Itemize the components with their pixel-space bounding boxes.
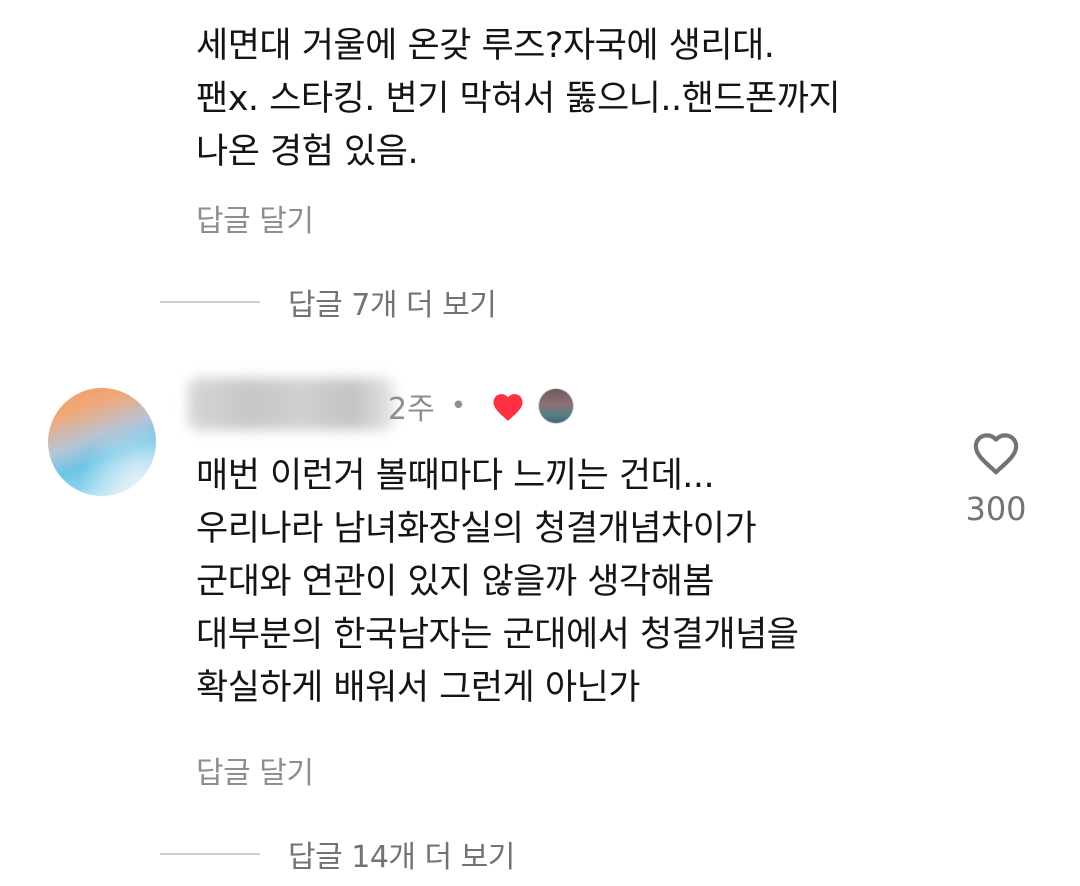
comment-body: 매번 이런거 볼때마다 느끼는 건데... 우리나라 남녀화장실의 청결개념차이… — [196, 450, 799, 715]
comment-line: 대부분의 한국남자는 군대에서 청결개념을 — [196, 615, 799, 655]
timestamp: 2주 — [388, 392, 435, 427]
heart-filled-icon — [493, 394, 523, 421]
username-blurred[interactable] — [188, 378, 394, 430]
divider — [160, 301, 260, 303]
view-replies-label: 답글 7개 더 보기 — [288, 288, 497, 323]
comment-line: 나온 경험 있음. — [196, 132, 419, 172]
separator-dot: • — [450, 391, 467, 421]
reply-button[interactable]: 답글 달기 — [196, 748, 314, 792]
view-more-replies-button[interactable]: 답글 14개 더 보기 — [160, 832, 515, 876]
comment-line: 우리나라 남녀화장실의 청결개념차이가 — [196, 509, 757, 549]
comment-line: 세면대 거울에 온갖 루즈?자국에 생리대. — [196, 26, 775, 66]
reply-button[interactable]: 답글 달기 — [196, 196, 314, 240]
comment-line: 확실하게 배워서 그런게 아닌가 — [196, 668, 640, 708]
like-count: 300 — [965, 490, 1027, 528]
comment-line: 군대와 연관이 있지 않을까 생각해봄 — [196, 562, 715, 602]
avatar[interactable] — [48, 388, 156, 496]
comment-line: 매번 이런거 볼때마다 느끼는 건데... — [196, 456, 715, 496]
view-replies-label: 답글 14개 더 보기 — [288, 840, 515, 875]
divider — [160, 853, 260, 855]
heart-outline-icon[interactable] — [970, 430, 1022, 476]
comment-body: 세면대 거울에 온갖 루즈?자국에 생리대. 팬x. 스타킹. 변기 막혀서 뚫… — [196, 20, 841, 179]
view-more-replies-button[interactable]: 답글 7개 더 보기 — [160, 280, 497, 324]
comment-meta: 2주 • — [388, 384, 575, 428]
comment-line: 팬x. 스타킹. 변기 막혀서 뚫으니..핸드폰까지 — [196, 79, 841, 119]
author-avatar — [538, 388, 575, 424]
